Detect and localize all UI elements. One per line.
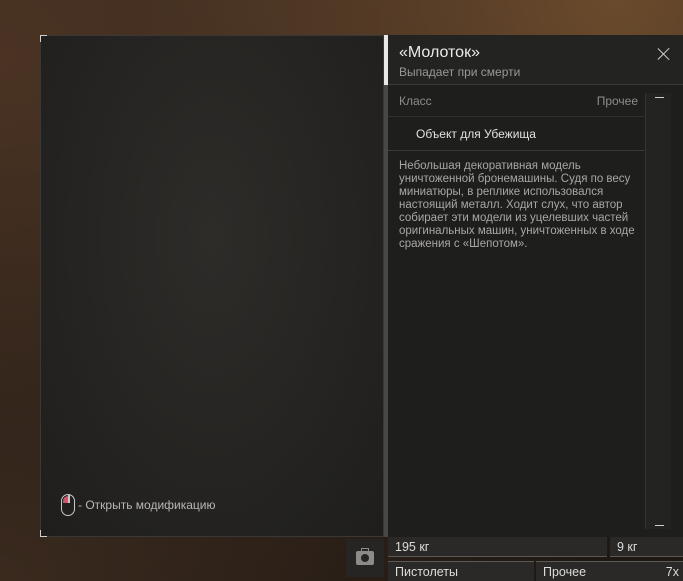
inventory-weight-item: 9 кг bbox=[610, 537, 683, 557]
category-pistols-label: Пистолеты bbox=[395, 564, 459, 579]
scrollbar-bottom-cap bbox=[655, 525, 664, 526]
item-title: «Молоток» bbox=[399, 44, 480, 61]
category-other-label: Прочее bbox=[543, 564, 587, 579]
inventory-weight-total: 195 кг bbox=[388, 537, 607, 557]
inventory-strip: 195 кг 9 кг Пистолеты Прочее 7x bbox=[320, 537, 683, 581]
item-preview-panel: - Открыть модификацию bbox=[40, 35, 384, 537]
item-header: «Молоток» Выпадает при смерти bbox=[388, 35, 683, 85]
close-icon[interactable] bbox=[657, 47, 671, 61]
inventory-item-slot[interactable] bbox=[346, 539, 384, 577]
preview-corner-marker bbox=[40, 35, 47, 42]
description-scrollbar[interactable] bbox=[645, 93, 671, 529]
item-count: 7x bbox=[665, 564, 679, 579]
inventory-category-other[interactable]: Прочее 7x bbox=[536, 561, 683, 581]
mouse-icon bbox=[61, 494, 75, 516]
item-type-row: Объект для Убежища bbox=[388, 117, 644, 151]
item-class-label: Класс bbox=[399, 94, 432, 108]
item-class-value: Прочее bbox=[596, 94, 638, 108]
open-modification-label: - Открыть модификацию bbox=[78, 498, 216, 512]
item-subtitle: Выпадает при смерти bbox=[399, 65, 521, 79]
preview-corner-marker bbox=[40, 530, 47, 537]
item-type: Объект для Убежища bbox=[416, 126, 536, 141]
item-description: Небольшая декоративная модель уничтоженн… bbox=[399, 160, 635, 250]
weight-item-value: 9 кг bbox=[617, 539, 638, 554]
medkit-icon bbox=[356, 548, 374, 565]
inventory-category-pistols[interactable]: Пистолеты bbox=[388, 561, 534, 581]
scrollbar-top-cap bbox=[655, 97, 664, 98]
open-modification-hint[interactable]: - Открыть модификацию bbox=[61, 494, 216, 516]
item-details: Класс Прочее Объект для Убежища Небольша… bbox=[388, 86, 644, 537]
weight-total-value: 195 кг bbox=[395, 539, 430, 554]
item-info-panel: «Молоток» Выпадает при смерти Класс Проч… bbox=[388, 35, 683, 537]
item-class-row: Класс Прочее bbox=[388, 86, 644, 117]
